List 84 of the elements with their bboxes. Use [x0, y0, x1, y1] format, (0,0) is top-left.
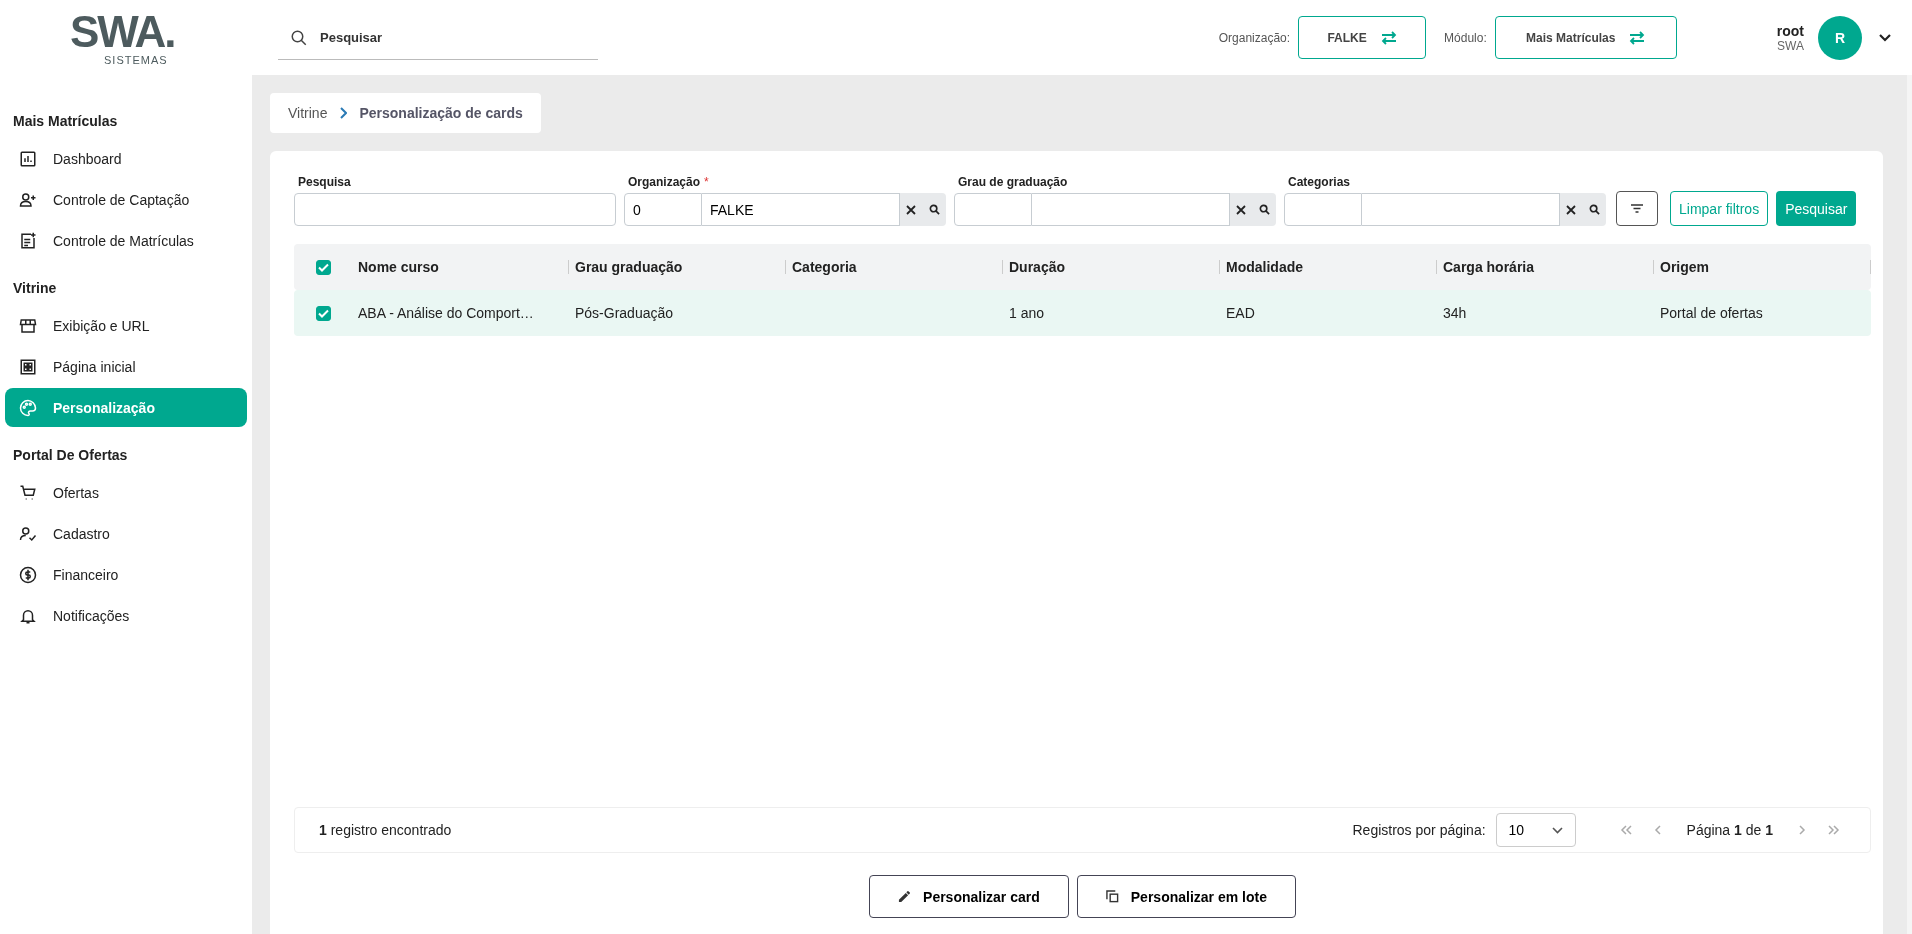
sidebar-item[interactable]: Financeiro: [5, 555, 247, 594]
sidebar-item[interactable]: Página inicial: [5, 347, 247, 386]
column-header[interactable]: Origem: [1660, 259, 1709, 275]
value-field[interactable]: [1032, 193, 1230, 226]
search-icon[interactable]: [1588, 204, 1600, 215]
table-cell: Portal de ofertas: [1660, 305, 1763, 321]
sidebar-section-title: Portal De Ofertas: [12, 447, 129, 463]
search-icon: [290, 28, 308, 47]
breadcrumb-item[interactable]: Personalização de cards: [359, 105, 523, 121]
input-field[interactable]: [294, 193, 616, 226]
module-label: Módulo:: [1444, 30, 1487, 45]
organization-switch-button[interactable]: FALKE: [1298, 16, 1427, 59]
user-name: root: [1776, 22, 1804, 39]
breadcrumb-item[interactable]: Vitrine: [288, 105, 328, 121]
value-field[interactable]: [1362, 193, 1560, 226]
table-cell: 34h: [1443, 305, 1467, 321]
previous-page-icon[interactable]: [1653, 825, 1661, 835]
sidebar-section-title: Mais Matrículas: [12, 113, 119, 129]
clear-icon[interactable]: [1566, 204, 1577, 215]
user-plus-icon: [19, 190, 37, 209]
chevron-down-icon[interactable]: [1878, 32, 1892, 43]
filter-label: Categorias: [1288, 175, 1351, 189]
module-switch-button[interactable]: Mais Matrículas: [1494, 16, 1677, 59]
logo-mark: SWA.: [70, 9, 175, 54]
user-company: SWA: [1777, 38, 1804, 53]
table-cell: 1 ano: [1009, 305, 1045, 321]
chevron-down-icon: [1551, 826, 1563, 834]
chart-icon: [19, 149, 37, 168]
page-indicator: Página 1 de 1: [1686, 822, 1773, 838]
customize-card-button[interactable]: Personalizar card: [869, 875, 1069, 918]
filter-label: Organização: [628, 175, 701, 189]
swap-icon: [1380, 30, 1397, 45]
table-cell: ABA - Análise do Comport…: [358, 305, 534, 321]
per-page-select[interactable]: 10: [1495, 813, 1576, 847]
doc-icon: [19, 231, 37, 250]
code-field[interactable]: [1284, 193, 1362, 226]
filter-icon: [1631, 204, 1643, 213]
column-header[interactable]: Modalidade: [1226, 259, 1303, 275]
sidebar-item[interactable]: Controle de Captação: [5, 180, 247, 219]
search-icon[interactable]: [928, 204, 940, 215]
sidebar-item[interactable]: Exibição e URL: [5, 306, 247, 345]
table-cell: Pós-Graduação: [575, 305, 674, 321]
table-cell: EAD: [1226, 305, 1255, 321]
sidebar-item[interactable]: Controle de Matrículas: [5, 221, 247, 260]
filter-label: Pesquisa: [298, 175, 351, 189]
value-field[interactable]: FALKE: [702, 193, 900, 226]
code-field[interactable]: [954, 193, 1032, 226]
clear-icon[interactable]: [906, 204, 917, 215]
column-header[interactable]: Duração: [1009, 259, 1066, 275]
column-header[interactable]: Categoria: [792, 259, 857, 275]
row-checkbox[interactable]: [315, 305, 331, 321]
last-page-icon[interactable]: [1828, 825, 1840, 835]
per-page-label: Registros por página:: [1352, 822, 1486, 838]
filter-label: Grau de graduação: [958, 175, 1068, 189]
first-page-icon[interactable]: [1619, 825, 1632, 835]
select-all-checkbox[interactable]: [315, 259, 331, 275]
next-page-icon[interactable]: [1799, 825, 1806, 835]
store-icon: [19, 316, 37, 335]
logo-subtitle: SISTEMAS: [104, 53, 168, 66]
chevron-right-icon: [339, 107, 348, 119]
sidebar-item[interactable]: Notificações: [5, 596, 247, 635]
column-header[interactable]: Nome curso: [358, 259, 439, 275]
clear-icon[interactable]: [1236, 204, 1247, 215]
sidebar-item[interactable]: Cadastro: [5, 514, 247, 553]
copy-icon: [1105, 890, 1119, 903]
sidebar-section-title: Vitrine: [12, 280, 58, 296]
organization-label: Organização:: [1218, 30, 1291, 45]
filter-button[interactable]: [1616, 191, 1658, 226]
palette-icon: [19, 398, 37, 417]
batch-customize-button[interactable]: Personalizar em lote: [1076, 875, 1296, 918]
user-check-icon: [19, 524, 37, 543]
pencil-icon: [898, 890, 912, 903]
required-mark: *: [704, 175, 709, 189]
code-field[interactable]: 0: [624, 193, 702, 226]
search-icon[interactable]: [1258, 204, 1270, 215]
grid-icon: [19, 357, 37, 376]
sidebar-item[interactable]: Ofertas: [5, 473, 247, 512]
cart-icon: [19, 483, 37, 502]
column-header[interactable]: Grau graduação: [575, 259, 683, 275]
record-count: 1 registro encontrado: [319, 822, 452, 838]
column-header[interactable]: Carga horária: [1443, 259, 1535, 275]
dollar-icon: [19, 565, 37, 584]
swap-icon: [1629, 30, 1646, 45]
sidebar-item[interactable]: Dashboard: [5, 139, 247, 178]
